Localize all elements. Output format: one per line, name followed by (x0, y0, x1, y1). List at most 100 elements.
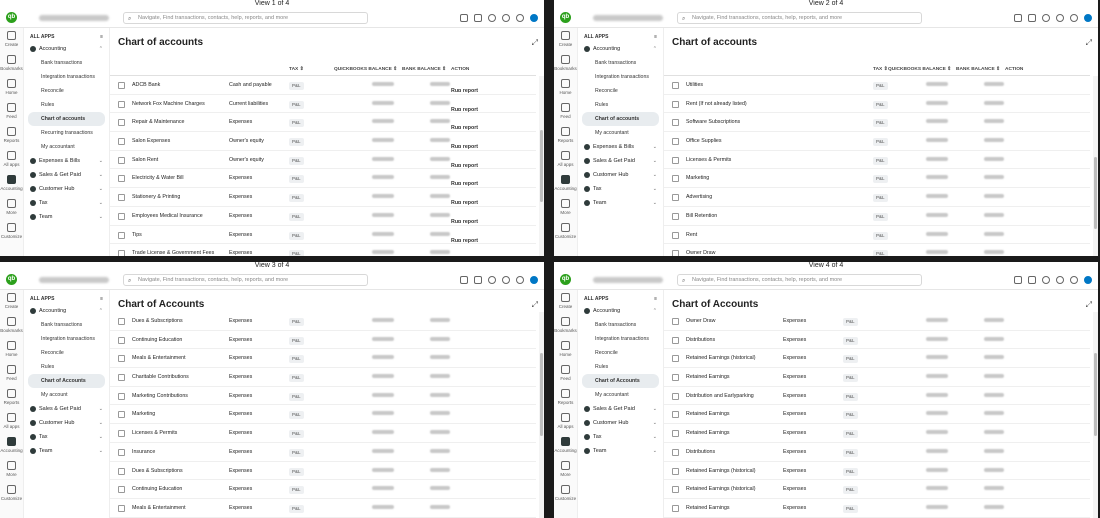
gear-icon[interactable] (1070, 275, 1078, 284)
sidebar-section-sales-get-paid[interactable]: Sales & Get Paid ⌄ (578, 402, 663, 416)
rail-item-all-apps[interactable]: All apps (0, 148, 23, 172)
sidebar-item-reconcile[interactable]: Reconcile (24, 346, 109, 360)
table-row[interactable]: Continuing Education Expenses P&L (110, 331, 536, 350)
table-row[interactable]: Dues & Subscriptions Expenses P&L (110, 312, 536, 331)
sidebar-section-customer-hub[interactable]: Customer Hub ⌄ (24, 416, 109, 430)
table-row[interactable]: Owner Draw P&L (664, 244, 1090, 256)
sidebar-section-tax[interactable]: Tax ⌄ (24, 430, 109, 444)
row-checkbox[interactable] (118, 231, 125, 239)
help-icon[interactable] (1042, 13, 1050, 22)
row-checkbox[interactable] (672, 504, 679, 512)
help-icon[interactable] (1042, 275, 1050, 284)
table-row[interactable]: Rent (If not already listed) P&L (664, 95, 1090, 114)
header-bank-balance[interactable]: BANK BALANCE ⇕ (402, 67, 446, 72)
inbox-icon[interactable] (474, 13, 482, 22)
sidebar-item-recurring-transactions[interactable]: Recurring transactions (24, 126, 109, 140)
sidebar-item-reconcile[interactable]: Reconcile (578, 84, 663, 98)
table-row[interactable]: Dues & Subscriptions Expenses P&L (110, 462, 536, 481)
table-row[interactable]: Electricity & Water Bill Expenses P&L Run r… (110, 169, 536, 189)
sidebar-item-my-accountant[interactable]: My accountant (24, 140, 109, 154)
sidebar-item-bank-transactions[interactable]: Bank transactions (578, 318, 663, 332)
inbox-icon[interactable] (1028, 13, 1036, 22)
table-row[interactable]: Continuing Education Expenses P&L (110, 480, 536, 499)
rail-item-home[interactable]: Home (554, 76, 577, 100)
bell-icon[interactable] (502, 275, 510, 284)
chevron-down-icon[interactable]: ⌄ (457, 200, 461, 206)
rail-item-feed[interactable]: Feed (554, 100, 577, 124)
rail-item-feed[interactable]: Feed (554, 362, 577, 386)
sidebar-section-tax[interactable]: Tax ⌄ (578, 430, 663, 444)
sidebar-section-customer-hub[interactable]: Customer Hub ⌄ (578, 416, 663, 430)
table-row[interactable]: Charitable Contributions Expenses P&L (110, 368, 536, 387)
table-row[interactable]: Licenses & Permits P&L (664, 151, 1090, 170)
table-row[interactable]: Meals & Entertainment Expenses P&L (110, 499, 536, 518)
header-tax[interactable]: TAX ⇕ (289, 67, 304, 72)
table-row[interactable]: Salon Expenses Owner's equity P&L Run repor… (110, 132, 536, 151)
rail-item-reports[interactable]: Reports (554, 124, 577, 148)
scrollbar-thumb[interactable] (540, 130, 543, 202)
rail-item-home[interactable]: Home (0, 338, 23, 362)
row-checkbox[interactable] (118, 156, 125, 164)
sidebar-item-rules[interactable]: Rules (578, 98, 663, 112)
sidebar-item-integration-transactions[interactable]: Integration transactions (24, 70, 109, 84)
row-checkbox[interactable] (672, 212, 679, 220)
row-checkbox[interactable] (118, 100, 125, 108)
chevron-down-icon[interactable]: ⌄ (457, 219, 461, 225)
sidebar-section-sales-get-paid[interactable]: Sales & Get Paid ⌄ (24, 402, 109, 416)
table-row[interactable]: Marketing Contributions Expenses P&L (110, 387, 536, 406)
table-row[interactable]: ADCB Bank Cash and payable P&L Run report ⌄ (110, 76, 536, 95)
table-row[interactable]: Insurance Expenses P&L (110, 443, 536, 462)
rail-item-bookmarks[interactable]: Bookmarks (554, 314, 577, 338)
chevron-down-icon[interactable]: ⌄ (457, 88, 461, 94)
row-checkbox[interactable] (118, 318, 125, 325)
header-qb-balance[interactable]: QUICKBOOKS BALANCE ⇕ (888, 67, 951, 72)
sidebar-item-reconcile[interactable]: Reconcile (578, 346, 663, 360)
table-row[interactable]: Office Supplies P&L (664, 132, 1090, 151)
sidebar-section-team[interactable]: Team ⌄ (24, 210, 109, 224)
rail-item-all-apps[interactable]: All apps (554, 410, 577, 434)
table-row[interactable]: Retained Earnings Expenses P&L (664, 405, 1090, 425)
sidebar-item-my-accountant[interactable]: My accountant (578, 126, 663, 140)
row-checkbox[interactable] (118, 486, 125, 494)
table-row[interactable]: Marketing Expenses P&L (110, 405, 536, 425)
expand-icon[interactable]: ⤢ (532, 300, 538, 310)
row-checkbox[interactable] (672, 82, 679, 89)
sidebar-item-my-account[interactable]: My account (24, 388, 109, 402)
bell-icon[interactable] (502, 13, 510, 22)
rail-item-home[interactable]: Home (554, 338, 577, 362)
sidebar-item-bank-transactions[interactable]: Bank transactions (24, 56, 109, 70)
sidebar-section-sales-get-paid[interactable]: Sales & Get Paid ⌄ (24, 168, 109, 182)
app-logo[interactable]: qb (6, 274, 17, 285)
chevron-down-icon[interactable]: ⌄ (457, 125, 461, 131)
row-checkbox[interactable] (672, 156, 679, 164)
chevron-down-icon[interactable]: ⌄ (457, 181, 461, 187)
search-input[interactable]: ⌕ Navigate, Find transactions, contacts, … (677, 273, 922, 286)
avatar[interactable] (1084, 13, 1092, 22)
table-row[interactable]: Retained Earnings Expenses P&L (664, 499, 1090, 518)
sidebar-section-accounting[interactable]: Accounting ⌃ (24, 304, 109, 318)
table-row[interactable]: Licenses & Permits Expenses P&L (110, 424, 536, 443)
table-row[interactable]: Salon Rent Owner's equity P&L Run report ⌄ (110, 151, 536, 170)
rail-item-customize[interactable]: Customize (554, 220, 577, 244)
rail-item-more[interactable]: More (554, 458, 577, 482)
app-logo[interactable]: qb (560, 274, 571, 285)
row-checkbox[interactable] (118, 212, 125, 220)
avatar[interactable] (530, 275, 538, 284)
rail-item-all-apps[interactable]: All apps (554, 148, 577, 172)
row-checkbox[interactable] (118, 250, 125, 256)
sidebar-item-reconcile[interactable]: Reconcile (24, 84, 109, 98)
row-checkbox[interactable] (672, 175, 679, 183)
scrollbar-thumb[interactable] (1094, 157, 1097, 229)
notes-icon[interactable] (1014, 13, 1022, 22)
search-input[interactable]: ⌕ Navigate, Find transactions, contacts, … (123, 273, 368, 286)
table-row[interactable]: Tips Expenses P&L Run report ⌄ (110, 226, 536, 245)
collapse-icon[interactable]: ≡ (654, 34, 657, 40)
sidebar-item-rules[interactable]: Rules (24, 360, 109, 374)
rail-item-reports[interactable]: Reports (0, 124, 23, 148)
rail-item-accounting[interactable]: Accounting (554, 172, 577, 196)
row-checkbox[interactable] (118, 355, 125, 363)
collapse-icon[interactable]: ≡ (654, 296, 657, 302)
row-checkbox[interactable] (118, 374, 125, 382)
row-checkbox[interactable] (672, 194, 679, 202)
rail-item-bookmarks[interactable]: Bookmarks (0, 52, 23, 76)
